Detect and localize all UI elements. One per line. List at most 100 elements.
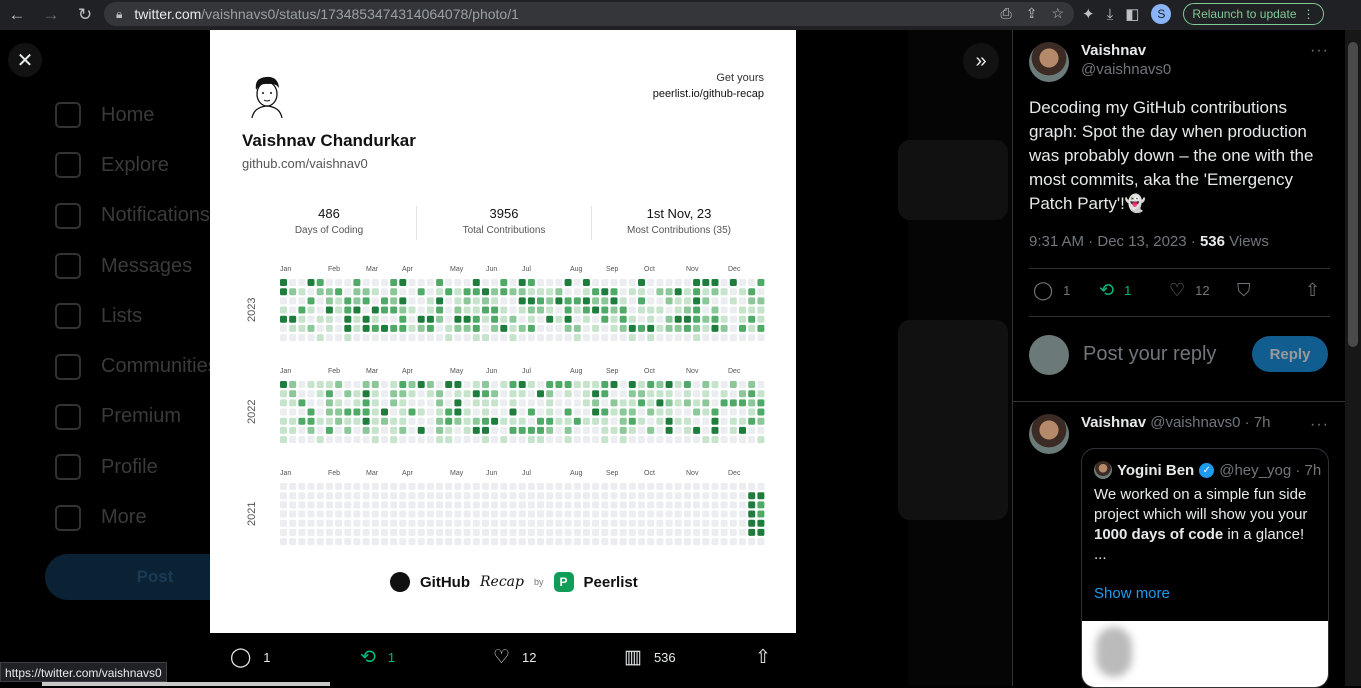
back-icon[interactable]: ← (0, 5, 34, 25)
contribution-cell (316, 324, 324, 332)
contribution-cell (711, 324, 719, 332)
contribution-cell (693, 417, 701, 425)
contribution-cell (564, 390, 572, 398)
close-icon[interactable]: ✕ (8, 43, 42, 77)
quote-media[interactable] (1082, 621, 1328, 687)
install-icon[interactable]: ⎙ (1001, 5, 1012, 22)
collapse-panel-icon[interactable]: » (963, 43, 999, 79)
photo-like-button[interactable]: ♡ 12 (493, 646, 537, 669)
contribution-cell (748, 483, 756, 490)
contribution-cell (757, 297, 765, 305)
nav-label: Lists (101, 304, 143, 327)
contribution-cell (298, 408, 306, 416)
avatar[interactable] (1029, 42, 1069, 82)
vertical-scrollbar[interactable] (1345, 30, 1361, 686)
sidepanel-icon[interactable]: ◧ (1125, 5, 1139, 23)
contribution-cell (757, 519, 765, 527)
contribution-cell (518, 306, 526, 314)
contribution-cell (463, 426, 471, 434)
show-more-link[interactable]: Show more (1094, 585, 1170, 602)
relaunch-button[interactable]: Relaunch to update ⋮ (1183, 3, 1324, 25)
contribution-cell (482, 390, 489, 398)
contribution-cell (325, 399, 333, 407)
horizontal-scrollbar[interactable] (42, 682, 330, 686)
forward-icon[interactable]: → (34, 5, 68, 25)
avatar[interactable] (1029, 414, 1069, 454)
contribution-cell (638, 334, 645, 342)
reply-button[interactable]: ◯ 1 (1033, 280, 1070, 301)
contribution-cell (472, 306, 480, 314)
extensions-icon[interactable]: ✦ (1082, 5, 1095, 23)
reply-submit-button[interactable]: Reply (1252, 336, 1328, 372)
contribution-cell (325, 417, 333, 425)
contribution-cell (426, 334, 434, 342)
quoted-tweet[interactable]: Yogini Ben ✓ @hey_yog · 7h We worked on … (1081, 448, 1329, 688)
contribution-cell (390, 492, 398, 500)
download-icon[interactable]: ⤓ (1107, 6, 1114, 23)
contribution-cell (509, 381, 517, 388)
contribution-cell (325, 279, 333, 286)
year-block: 2023 Jan Feb Mar Apr May Jun Jul Aug Sep Oct Nov Dec (242, 266, 766, 346)
contribution-cell (344, 399, 352, 407)
contribution-cell (280, 324, 287, 332)
contribution-cell (491, 334, 499, 342)
contribution-cell (463, 324, 471, 332)
photo-reply-button[interactable]: ◯ 1 (230, 646, 271, 669)
author-name[interactable]: Vaishnav (1081, 42, 1171, 59)
contribution-cell (335, 334, 343, 342)
contribution-cell (527, 279, 535, 286)
contribution-cell (390, 279, 398, 286)
photo-views-button[interactable]: ▥ 536 (624, 646, 676, 669)
contribution-cell (362, 426, 370, 434)
contribution-cell (656, 528, 664, 536)
photo-share-button[interactable]: ⇧ (755, 646, 771, 669)
contribution-cell (628, 483, 636, 490)
contribution-cell (537, 417, 544, 425)
bookmark-button[interactable]: ⛉ (1237, 280, 1251, 301)
reply-input[interactable]: Post your reply (1083, 343, 1216, 366)
more-icon[interactable]: ··· (1310, 42, 1329, 60)
share-icon[interactable]: ⇪ (1026, 5, 1038, 22)
contribution-cell (289, 399, 297, 407)
address-bar[interactable]: 🔒︎ twitter.com/vaishnavs0/status/1734853… (104, 2, 1074, 26)
contribution-cell (307, 297, 315, 305)
contribution-cell (408, 538, 416, 546)
contribution-cell (371, 408, 379, 416)
repost-button[interactable]: ⟲ 1 (1099, 280, 1131, 301)
scrollbar-thumb[interactable] (1348, 42, 1358, 347)
contribution-cell (445, 279, 453, 286)
contribution-cell (408, 279, 416, 286)
profile-avatar[interactable]: S (1151, 4, 1172, 24)
like-button[interactable]: ♡ 12 (1169, 280, 1210, 301)
contribution-cell (472, 334, 480, 342)
contribution-cell (371, 510, 379, 518)
photo-repost-button[interactable]: ⟲ 1 (360, 646, 395, 669)
contribution-cell (729, 324, 737, 332)
nav-icon (55, 102, 81, 129)
reply-author-handle[interactable]: @vaishnavs0 · 7h (1150, 414, 1270, 431)
contribution-cell (638, 492, 645, 500)
author-handle[interactable]: @vaishnavs0 (1081, 61, 1171, 78)
contribution-cell (527, 334, 535, 342)
contribution-cell (582, 381, 590, 388)
contribution-cell (748, 279, 756, 286)
share-button[interactable]: ⇧ (1305, 280, 1320, 301)
contribution-cell (656, 399, 664, 407)
reply-author-name[interactable]: Vaishnav (1081, 414, 1146, 431)
contribution-cell (518, 519, 526, 527)
bookmark-star-icon[interactable]: ☆ (1051, 5, 1064, 22)
contribution-cell (289, 501, 297, 509)
contribution-cell (298, 306, 306, 314)
contribution-cell (619, 399, 627, 407)
contribution-cell (491, 306, 499, 314)
contribution-cell (601, 399, 609, 407)
reload-icon[interactable]: ↻ (68, 5, 102, 25)
contribution-cell (739, 538, 746, 546)
contribution-cell (436, 279, 444, 286)
tweet-author[interactable]: Vaishnav @vaishnavs0 (1029, 42, 1171, 82)
contribution-cell (316, 426, 324, 434)
contribution-cell (555, 279, 563, 286)
reply-icon: ◯ (1033, 280, 1054, 300)
more-icon[interactable]: ··· (1310, 416, 1329, 434)
tweet-time[interactable]: 9:31 AM · Dec 13, 2023 · (1029, 233, 1196, 250)
